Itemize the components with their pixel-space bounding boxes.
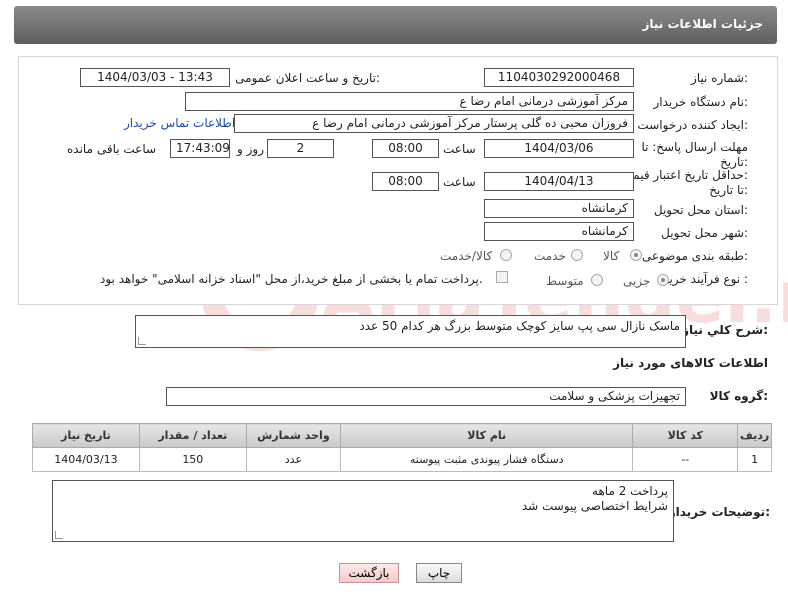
process-radio-minor[interactable] bbox=[657, 274, 669, 286]
validity-label-line2: تا تاریخ: bbox=[709, 183, 748, 197]
need-number-label: شماره نیاز: bbox=[690, 71, 748, 85]
process-option-medium: متوسط bbox=[546, 274, 584, 288]
buyer-notes-textarea: پرداخت 2 ماهه شرایط اختصاصی پیوست شد bbox=[52, 480, 674, 542]
goods-table: تاریخ نیاز تعداد / مقدار واحد شمارش نام … bbox=[32, 423, 772, 472]
deadline-time-label: ساعت bbox=[443, 142, 476, 156]
category-option-goods: کالا bbox=[603, 249, 620, 263]
buyer-notes-line1: پرداخت 2 ماهه bbox=[592, 484, 668, 498]
validity-time-field: 08:00 bbox=[372, 172, 439, 191]
deadline-label-line2: تاریخ: bbox=[720, 155, 748, 169]
remaining-time-field: 17:43:09 bbox=[170, 139, 230, 158]
days-field: 2 bbox=[267, 139, 334, 158]
description-label: شرح كلي نياز: bbox=[682, 323, 768, 337]
buyer-notes-line2: شرایط اختصاصی پیوست شد bbox=[521, 499, 668, 513]
deadline-date-field: 1404/03/06 bbox=[484, 139, 634, 158]
category-radio-goods[interactable] bbox=[630, 249, 642, 261]
resize-grip-icon[interactable] bbox=[55, 531, 63, 539]
goods-group-label: گروه کالا: bbox=[709, 389, 768, 403]
col-need-date: تاریخ نیاز bbox=[32, 423, 140, 448]
process-radio-medium[interactable] bbox=[591, 274, 603, 286]
requester-field: فروزان محبی ده گلی پرستار مرکز آموزشی در… bbox=[234, 114, 634, 133]
city-field: کرمانشاه bbox=[484, 222, 634, 241]
requester-label: ایجاد کننده درخواست: bbox=[637, 118, 748, 132]
cell-unit: عدد bbox=[245, 447, 342, 472]
category-radio-goods-service[interactable] bbox=[500, 249, 512, 261]
col-goods-name: نام کالا bbox=[340, 423, 634, 448]
category-option-service: خدمت bbox=[534, 249, 566, 263]
need-number-field: 1104030292000468 bbox=[484, 68, 634, 87]
validity-label-line1: حداقل تاریخ اعتبار قیمت: bbox=[621, 168, 748, 182]
cell-need-date: 1404/03/13 bbox=[32, 447, 140, 472]
validity-time-label: ساعت bbox=[443, 175, 476, 189]
goods-group-field: تجهیزات پزشکی و سلامت bbox=[166, 387, 686, 406]
description-textarea: ماسک نازال سی پپ سایز کوچک متوسط بزرگ هر… bbox=[135, 315, 686, 348]
treasury-payment-note: پرداخت تمام یا بخشی از مبلغ خرید،از محل … bbox=[100, 272, 483, 286]
buyer-org-label: نام دستگاه خریدار: bbox=[653, 95, 749, 109]
cell-quantity: 150 bbox=[138, 447, 247, 472]
goods-section-title: اطلاعات کالاهای مورد نیاز bbox=[613, 356, 768, 370]
buyer-contact-link[interactable]: اطلاعات تماس خریدار bbox=[124, 116, 235, 130]
province-field: کرمانشاه bbox=[484, 199, 634, 218]
cell-goods-name: دستگاه فشار پیوندی مثبت پیوسته bbox=[340, 447, 634, 472]
description-text: ماسک نازال سی پپ سایز کوچک متوسط بزرگ هر… bbox=[359, 319, 680, 333]
table-row: 1404/03/13 150 عدد دستگاه فشار پیوندی مث… bbox=[32, 447, 772, 472]
deadline-time-field: 08:00 bbox=[372, 139, 439, 158]
col-row: ردیف bbox=[737, 423, 772, 448]
treasury-payment-checkbox[interactable] bbox=[496, 271, 508, 283]
process-label: نوع فرآیند خرید : bbox=[663, 272, 748, 286]
col-quantity: تعداد / مقدار bbox=[138, 423, 247, 448]
back-button[interactable]: بازگشت bbox=[339, 563, 399, 583]
category-option-goods-service: کالا/خدمت bbox=[440, 249, 493, 263]
goods-table-header: تاریخ نیاز تعداد / مقدار واحد شمارش نام … bbox=[32, 423, 772, 448]
deadline-label-line1: مهلت ارسال پاسخ: تا bbox=[641, 140, 748, 154]
announce-datetime-field: 1404/03/03 - 13:43 bbox=[80, 68, 230, 87]
remaining-time-label: ساعت باقی مانده bbox=[67, 142, 157, 156]
province-label: استان محل تحویل: bbox=[653, 203, 748, 217]
buyer-notes-label: توضیحات خریدار: bbox=[668, 505, 770, 519]
city-label: شهر محل تحویل: bbox=[661, 226, 748, 240]
buyer-org-field: مرکز آموزشی درمانی امام رضا ع bbox=[185, 92, 634, 111]
cell-goods-code: -- bbox=[632, 447, 739, 472]
cell-row: 1 bbox=[737, 447, 772, 472]
page-header: جزئیات اطلاعات نیاز bbox=[14, 6, 777, 44]
col-unit: واحد شمارش bbox=[245, 423, 342, 448]
print-button[interactable]: چاپ bbox=[416, 563, 462, 583]
resize-grip-icon[interactable] bbox=[138, 337, 146, 345]
process-option-minor: جزیی bbox=[623, 274, 651, 288]
page-title: جزئیات اطلاعات نیاز bbox=[642, 17, 763, 31]
category-radio-service[interactable] bbox=[571, 249, 583, 261]
announce-datetime-label: تاریخ و ساعت اعلان عمومی: bbox=[235, 71, 380, 85]
days-label: روز و bbox=[237, 142, 264, 156]
category-label: طبقه بندی موضوعی: bbox=[641, 249, 748, 263]
col-goods-code: کد کالا bbox=[632, 423, 739, 448]
validity-date-field: 1404/04/13 bbox=[484, 172, 634, 191]
